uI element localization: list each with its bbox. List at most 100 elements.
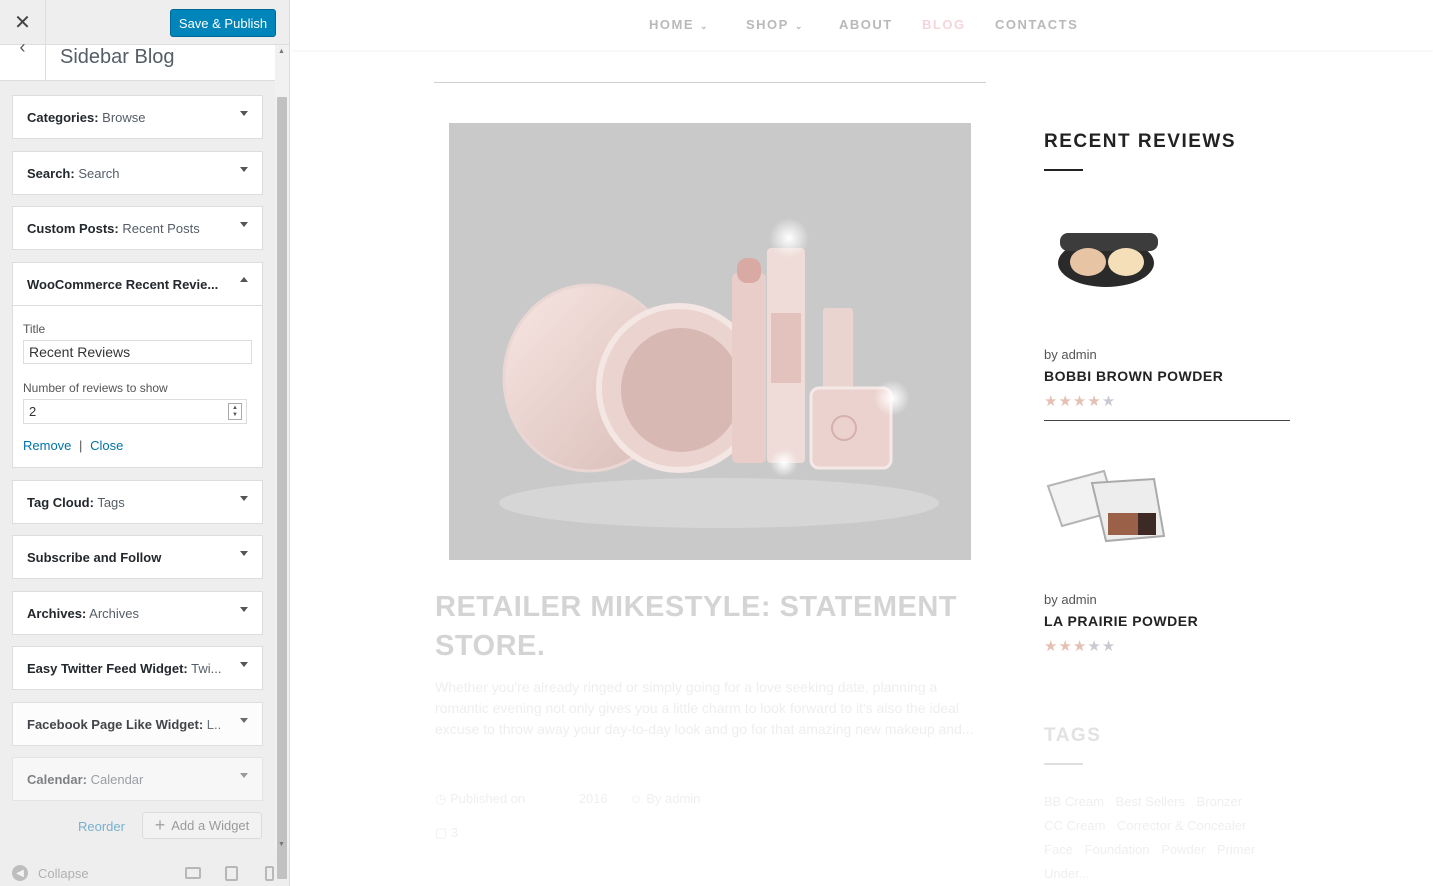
widget-subscribe-follow[interactable]: Subscribe and Follow	[12, 535, 263, 579]
nav-contacts[interactable]: CONTACTS	[995, 17, 1078, 32]
expand-arrow-icon[interactable]	[240, 607, 248, 612]
separator: |	[79, 438, 83, 453]
section-title-bar: ‹ Sidebar Blog	[0, 37, 275, 81]
nav-home[interactable]: HOME ⌄	[649, 17, 709, 32]
chevron-down-icon: ⌄	[700, 21, 710, 31]
widget-custom-posts[interactable]: Custom Posts: Recent Posts	[12, 206, 263, 250]
nav-shop[interactable]: SHOP ⌄	[746, 17, 804, 32]
close-link[interactable]: Close	[90, 438, 123, 453]
back-button[interactable]: ‹	[0, 37, 46, 80]
widget-search[interactable]: Search: Search	[12, 151, 263, 195]
published-label: Published on	[449, 791, 526, 806]
product-thumbnail[interactable]	[1044, 196, 1170, 322]
post-title[interactable]: RETAILER MIKESTYLE: STATEMENT STORE.	[435, 588, 995, 666]
content-divider	[434, 82, 986, 83]
nav-about[interactable]: ABOUT	[839, 17, 893, 32]
widget-categories[interactable]: Categories: Browse	[12, 95, 263, 139]
comment-icon: ▢	[435, 825, 451, 840]
nav-blog[interactable]: BLOG	[922, 17, 966, 32]
widget-form: Title Number of reviews to show 2 ▲▼ Rem…	[12, 306, 263, 468]
tag-link[interactable]: CC Cream	[1044, 818, 1105, 833]
widget-archives[interactable]: Archives: Archives	[12, 591, 263, 635]
tag-link[interactable]: BB Cream	[1044, 794, 1104, 809]
widget-easy-twitter-feed[interactable]: Easy Twitter Feed Widget: Twi...	[12, 646, 263, 690]
widget-title: Categories: Browse	[27, 110, 146, 125]
widget-title: WooCommerce Recent Revie...	[27, 277, 219, 292]
close-icon: ✕	[14, 12, 31, 34]
post-author[interactable]: By admin	[646, 791, 700, 806]
expand-arrow-icon[interactable]	[240, 111, 248, 116]
product-name[interactable]: BOBBI BROWN POWDER	[1044, 368, 1223, 384]
reorder-link[interactable]: Reorder	[78, 819, 125, 834]
expand-arrow-icon[interactable]	[240, 718, 248, 723]
widget-title: Tag Cloud: Tags	[27, 495, 125, 510]
title-input[interactable]	[23, 340, 252, 364]
tag-cloud: BB Cream Best Sellers Bronzer CC Cream C…	[1044, 790, 1264, 886]
expand-arrow-icon[interactable]	[240, 222, 248, 227]
published-date: 2016	[578, 791, 608, 806]
widget-title: Custom Posts: Recent Posts	[27, 221, 200, 236]
expand-arrow-icon[interactable]	[240, 773, 248, 778]
widget-title: Calendar: Calendar	[27, 772, 144, 787]
tag-link[interactable]: Bronzer	[1197, 794, 1243, 809]
collapse-arrow-icon: ◀	[12, 865, 28, 881]
collapse-arrow-icon[interactable]	[240, 277, 248, 282]
tag-link[interactable]: Foundation	[1085, 842, 1150, 857]
tags-heading: TAGS	[1044, 725, 1102, 746]
review-author: by admin	[1044, 592, 1097, 607]
widget-title: Archives: Archives	[27, 606, 140, 621]
recent-reviews-heading: RECENT REVIEWS	[1044, 131, 1237, 152]
heading-underline	[1044, 169, 1083, 171]
count-label: Number of reviews to show	[23, 381, 168, 395]
tag-link[interactable]: Face	[1044, 842, 1073, 857]
mobile-preview-icon[interactable]	[265, 866, 274, 881]
rating-stars: ★★★★★	[1044, 393, 1117, 410]
heading-underline	[1044, 763, 1083, 765]
powder-palette-image	[1046, 469, 1166, 543]
compact-image	[1058, 233, 1158, 287]
scroll-down-icon[interactable]: ▼	[278, 841, 285, 848]
spinner-icon[interactable]: ▲ ▼	[228, 403, 242, 420]
chevron-left-icon: ‹	[19, 37, 26, 57]
widget-facebook-page-like[interactable]: Facebook Page Like Widget: L...	[12, 702, 263, 746]
post-comments[interactable]: ▢ 3	[435, 825, 458, 841]
reviews-count-value: 2	[29, 404, 37, 419]
expand-arrow-icon[interactable]	[240, 662, 248, 667]
panel-header: ✕ Save & Publish	[0, 0, 289, 45]
desktop-preview-icon[interactable]	[185, 867, 201, 879]
reviews-count-stepper[interactable]: 2 ▲ ▼	[23, 399, 247, 424]
expand-arrow-icon[interactable]	[240, 167, 248, 172]
tablet-preview-icon[interactable]	[225, 866, 238, 881]
add-widget-button[interactable]: + Add a Widget	[142, 812, 262, 839]
widget-actions: Remove | Close	[23, 438, 123, 453]
remove-link[interactable]: Remove	[23, 438, 71, 453]
add-widget-label: Add a Widget	[171, 818, 250, 833]
chevron-down-icon: ⌄	[794, 21, 804, 31]
scroll-up-icon[interactable]: ▲	[278, 48, 285, 55]
expand-arrow-icon[interactable]	[240, 551, 248, 556]
expand-arrow-icon[interactable]	[240, 496, 248, 501]
tag-link[interactable]: Best Sellers	[1116, 794, 1185, 809]
post-featured-image[interactable]	[449, 123, 971, 560]
panel-scrollbar[interactable]: ▲ ▼	[275, 45, 289, 879]
review-divider	[1044, 420, 1290, 421]
user-icon: ☺	[629, 791, 647, 806]
widget-woocommerce-recent-reviews[interactable]: WooCommerce Recent Revie...	[12, 262, 263, 306]
main-navigation: HOME ⌄ SHOP ⌄ ABOUT BLOG CONTACTS	[291, 0, 1433, 50]
collapse-button[interactable]: ◀ Collapse	[12, 865, 89, 881]
collapse-label: Collapse	[38, 865, 89, 881]
scroll-thumb[interactable]	[277, 97, 287, 879]
rating-stars: ★★★★★	[1044, 638, 1117, 655]
panel-footer: ◀ Collapse	[0, 858, 289, 886]
widget-calendar[interactable]: Calendar: Calendar	[12, 757, 263, 801]
tag-link[interactable]: Powder	[1161, 842, 1205, 857]
tag-link[interactable]: Corrector & Concealer	[1117, 818, 1246, 833]
post-meta: ◷ Published on 2016 ☺ By admin	[435, 791, 700, 807]
title-label: Title	[23, 322, 46, 336]
product-name[interactable]: LA PRAIRIE POWDER	[1044, 613, 1198, 629]
save-publish-button[interactable]: Save & Publish	[170, 9, 276, 37]
product-thumbnail[interactable]	[1044, 441, 1170, 567]
customizer-panel: ✕ Save & Publish ‹ Sidebar Blog ▲ ▼ Cate…	[0, 0, 290, 886]
widget-tag-cloud[interactable]: Tag Cloud: Tags	[12, 480, 263, 524]
cosmetics-illustration	[499, 218, 939, 528]
